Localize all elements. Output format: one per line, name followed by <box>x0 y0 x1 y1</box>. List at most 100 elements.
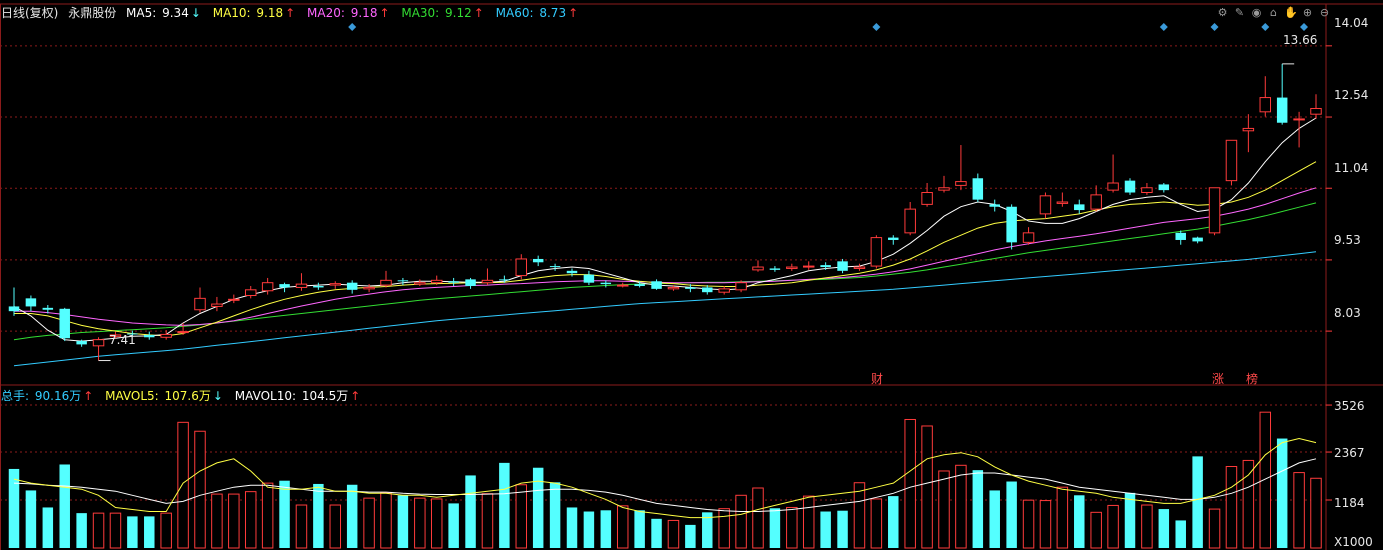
candle-body <box>194 297 206 311</box>
event-diamond <box>348 23 357 31</box>
volume-bar <box>1208 508 1221 549</box>
volume-bar <box>1192 456 1203 548</box>
volume-bar <box>888 496 899 548</box>
candle-body <box>211 303 223 307</box>
candle-body <box>499 279 510 281</box>
volume-bar <box>211 493 223 549</box>
chart-toolbar: ⚙ ✎ ◉ ⌂ ✋ ⊕ ⊖ <box>1216 6 1331 19</box>
volume-bar <box>109 512 122 549</box>
ranking-marker[interactable]: 榜 <box>1246 370 1258 387</box>
volume-bar <box>1141 504 1153 549</box>
candle-body <box>177 331 189 334</box>
bag-icon[interactable]: ⌂ <box>1267 6 1280 19</box>
candle-body <box>769 268 781 270</box>
volume-bar <box>752 487 764 549</box>
limit-up-marker[interactable]: 涨 <box>1212 370 1224 387</box>
volume-bar <box>786 506 798 549</box>
volume-bar <box>465 475 476 548</box>
volume-bar <box>448 503 459 548</box>
volume-bar <box>194 430 206 549</box>
candle-body <box>566 270 578 274</box>
ma60-legend: MA60: 8.73 ↑ <box>495 6 579 20</box>
candle-body <box>414 282 426 285</box>
volume-bar <box>1107 504 1119 549</box>
volume-bar <box>499 462 510 548</box>
volume-tick-1: 2367 <box>1334 446 1365 460</box>
candle-body <box>1242 127 1255 132</box>
settings-icon[interactable]: ⚙ <box>1216 6 1229 19</box>
candle-body <box>515 258 528 277</box>
volume-bar <box>76 513 87 548</box>
candle-body <box>448 281 459 283</box>
candle-body <box>718 288 730 293</box>
volume-unit: X1000 <box>1334 535 1373 549</box>
price-tick-1: 12.54 <box>1334 88 1369 102</box>
candle-body <box>228 298 240 301</box>
candle-body <box>837 261 848 271</box>
candle-body <box>160 333 172 338</box>
ma60-line <box>13 251 1317 367</box>
candle-body <box>600 282 612 285</box>
volume-bar <box>177 421 189 549</box>
candle-body <box>1259 97 1272 113</box>
volume-bar <box>904 418 916 549</box>
eye-icon[interactable]: ◉ <box>1250 6 1263 19</box>
candle-body <box>549 266 561 268</box>
candle-body <box>1107 182 1119 191</box>
candle-body <box>921 192 933 205</box>
mavol5-legend: MAVOL5: 107.6万 ↓ <box>105 389 223 403</box>
candle-body <box>786 266 798 269</box>
candle-body <box>244 289 257 297</box>
candle-body <box>25 298 37 307</box>
volume-bar <box>735 494 747 549</box>
volume-bar <box>532 467 544 548</box>
candle-body <box>59 308 70 339</box>
candle-body <box>904 208 916 234</box>
volume-bar <box>363 497 375 549</box>
price-tick-3: 9.53 <box>1334 233 1361 247</box>
candle-body <box>42 307 54 310</box>
volume-bar <box>1006 481 1017 548</box>
candle-body <box>1293 118 1305 121</box>
volume-bar <box>481 493 494 549</box>
volume-bar <box>718 508 730 549</box>
candle-body <box>702 287 713 293</box>
candle-body <box>1006 206 1017 243</box>
candle-body <box>820 265 831 268</box>
volume-bar <box>921 425 933 549</box>
period-label: 日线(复权) <box>1 6 59 20</box>
candle-body <box>1124 180 1136 193</box>
volume-bar <box>295 504 308 549</box>
zoom-out-icon[interactable]: ⊖ <box>1318 6 1331 19</box>
volume-tick-2: 1184 <box>1334 496 1365 510</box>
ma30-legend: MA30: 9.12 ↑ <box>401 6 484 20</box>
volume-bar <box>1276 438 1288 548</box>
candle-body <box>1090 194 1102 210</box>
pen-icon[interactable]: ✎ <box>1233 6 1246 19</box>
volume-bar <box>837 510 848 548</box>
candle-body <box>76 341 87 345</box>
event-diamond <box>1210 23 1219 31</box>
finance-marker[interactable]: 财 <box>871 370 883 387</box>
volume-bar <box>25 490 37 548</box>
event-diamond <box>1159 23 1168 31</box>
hand-icon[interactable]: ✋ <box>1284 6 1298 19</box>
kline-chart[interactable] <box>0 0 1383 550</box>
mavol10-legend: MAVOL10: 104.5万 ↑ <box>234 389 361 403</box>
ma20-legend: MA20: 9.18 ↑ <box>307 6 390 20</box>
volume-bar <box>955 464 967 549</box>
volume-bar <box>600 510 612 548</box>
volume-bar <box>414 497 426 549</box>
volume-average-lines <box>13 437 1317 519</box>
event-diamond <box>1300 23 1308 31</box>
zoom-in-icon[interactable]: ⊕ <box>1301 6 1314 19</box>
mavol5-line <box>13 437 1317 519</box>
volume-bar <box>938 470 950 549</box>
volume-bar <box>92 512 105 549</box>
total-volume: 总手: 90.16万 ↑ <box>1 389 94 403</box>
volume-bar <box>1259 411 1272 549</box>
volume-bar <box>397 495 409 548</box>
volume-bar <box>820 511 831 548</box>
volume-bar <box>228 493 240 549</box>
candle-body <box>1074 204 1085 211</box>
